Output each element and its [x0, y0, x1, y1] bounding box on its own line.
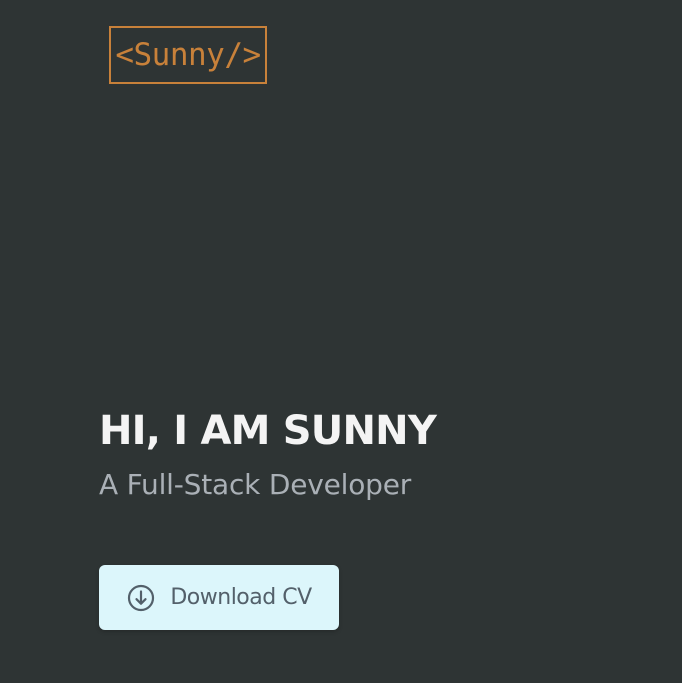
site-logo[interactable]: <Sunny/>	[109, 26, 267, 84]
hero-subtitle: A Full-Stack Developer	[99, 468, 412, 501]
download-cv-label: Download CV	[170, 584, 312, 610]
download-cv-button[interactable]: Download CV	[99, 565, 339, 630]
download-circle-icon	[126, 583, 156, 613]
hero-title: HI, I AM SUNNY	[99, 408, 437, 454]
site-logo-text: <Sunny/>	[115, 36, 261, 73]
